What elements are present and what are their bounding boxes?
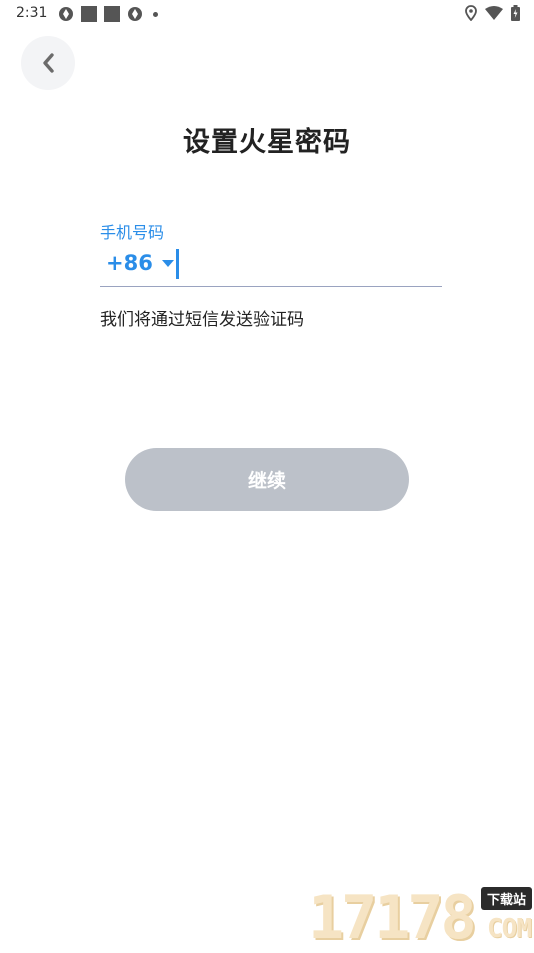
dot-icon bbox=[153, 11, 158, 17]
country-code-value: +86 bbox=[106, 251, 153, 275]
status-time: 2:31 bbox=[16, 5, 48, 21]
square-icon bbox=[81, 6, 97, 22]
location-icon bbox=[465, 5, 477, 21]
aperture-icon bbox=[128, 7, 142, 21]
battery-icon bbox=[511, 5, 520, 21]
square-icon bbox=[104, 6, 120, 22]
watermark-suffix: COM bbox=[487, 914, 532, 944]
notification-icons bbox=[58, 6, 158, 22]
continue-button[interactable]: 继续 bbox=[125, 448, 409, 511]
text-cursor bbox=[176, 249, 179, 279]
back-button[interactable] bbox=[21, 36, 75, 90]
caret-down-icon bbox=[161, 259, 174, 267]
phone-label: 手机号码 bbox=[100, 223, 165, 242]
aperture-icon bbox=[59, 7, 73, 21]
page-title: 设置火星密码 bbox=[183, 127, 351, 158]
watermark-logo: 17178 下载站 COM bbox=[308, 886, 534, 950]
sms-hint: 我们将通过短信发送验证码 bbox=[100, 310, 304, 330]
system-icons bbox=[465, 5, 520, 21]
status-bar: 2:31 bbox=[0, 0, 534, 28]
phone-input[interactable] bbox=[174, 248, 438, 282]
phone-input-row: +86 bbox=[100, 246, 442, 287]
watermark-digits: 17178 bbox=[308, 883, 477, 953]
country-code-selector[interactable]: +86 bbox=[106, 251, 174, 275]
chevron-left-icon bbox=[43, 53, 54, 73]
wifi-icon bbox=[485, 6, 503, 20]
watermark-tag: 下载站 bbox=[480, 887, 532, 910]
